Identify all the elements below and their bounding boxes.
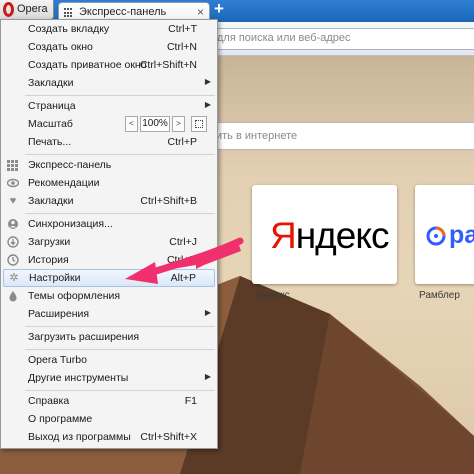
menu-item-shortcut: Alt+P bbox=[170, 272, 196, 284]
gear-icon: ✲ bbox=[9, 272, 19, 284]
menu-item-new-private-window[interactable]: Создать приватное окно Ctrl+Shift+N bbox=[1, 56, 217, 74]
menu-item-bookmarks[interactable]: ♥ Закладки Ctrl+Shift+B bbox=[1, 192, 217, 210]
fullscreen-button[interactable] bbox=[191, 116, 207, 132]
menu-item-label: Рекомендации bbox=[28, 177, 100, 189]
menu-item-shortcut: F1 bbox=[184, 395, 197, 407]
menu-item-label: Другие инструменты bbox=[28, 372, 129, 384]
menu-item-recommendations[interactable]: Рекомендации bbox=[1, 174, 217, 192]
menu-item-bookmarks-submenu[interactable]: Закладки ▶ bbox=[1, 74, 217, 92]
submenu-arrow-icon: ▶ bbox=[204, 77, 211, 86]
menu-item-new-tab[interactable]: Создать вкладку Ctrl+T bbox=[1, 20, 217, 38]
menu-item-shortcut: Ctrl+Shift+N bbox=[139, 59, 197, 71]
opera-logo-icon bbox=[3, 2, 14, 17]
menu-item-shortcut: Ctrl+Shift+B bbox=[140, 195, 197, 207]
menu-item-label: Создать приватное окно bbox=[28, 59, 147, 71]
menu-item-label: Печать... bbox=[28, 136, 72, 148]
menu-separator bbox=[25, 95, 215, 96]
zoom-in-button[interactable]: > bbox=[172, 116, 185, 132]
menu-item-shortcut: Ctrl+H bbox=[166, 254, 197, 266]
menu-item-label: Выход из программы bbox=[28, 431, 131, 443]
menu-item-zoom: Масштаб < 100% > bbox=[1, 115, 217, 133]
opera-menu-button[interactable]: Opera bbox=[0, 0, 54, 20]
menu-item-help[interactable]: Справка F1 bbox=[1, 392, 217, 410]
menu-item-sync[interactable]: Синхронизация... bbox=[1, 215, 217, 233]
menu-item-speed-dial[interactable]: Экспресс-панель bbox=[1, 156, 217, 174]
menu-separator bbox=[25, 326, 215, 327]
menu-item-themes[interactable]: Темы оформления bbox=[1, 287, 217, 305]
new-tab-button[interactable]: + bbox=[214, 0, 224, 19]
menu-item-label: Экспресс-панель bbox=[28, 159, 112, 171]
menu-item-label: О программе bbox=[28, 413, 93, 425]
search-field[interactable]: ить в интернете bbox=[205, 122, 474, 150]
menu-item-label: История bbox=[28, 254, 69, 266]
heart-icon: ♥ bbox=[9, 195, 17, 207]
opera-main-menu: Создать вкладку Ctrl+T Создать окно Ctrl… bbox=[0, 19, 218, 449]
menu-item-label: Создать вкладку bbox=[28, 23, 110, 35]
submenu-arrow-icon: ▶ bbox=[204, 308, 211, 317]
menu-item-label: Создать окно bbox=[28, 41, 93, 53]
menu-item-label: Синхронизация... bbox=[28, 218, 113, 230]
menu-item-shortcut: Ctrl+Shift+X bbox=[140, 431, 197, 443]
close-tab-icon[interactable]: × bbox=[197, 5, 204, 19]
menu-item-shortcut: Ctrl+T bbox=[168, 23, 197, 35]
submenu-arrow-icon: ▶ bbox=[204, 372, 211, 381]
menu-item-new-window[interactable]: Создать окно Ctrl+N bbox=[1, 38, 217, 56]
tile-caption: Рамблер bbox=[419, 290, 460, 301]
menu-item-about[interactable]: О программе bbox=[1, 410, 217, 428]
menu-separator bbox=[25, 390, 215, 391]
menu-item-extensions[interactable]: Расширения ▶ bbox=[1, 305, 217, 323]
address-placeholder: для поиска или веб-адрес bbox=[217, 32, 351, 44]
address-bar[interactable]: для поиска или веб-адрес bbox=[212, 28, 474, 50]
menu-item-other-tools[interactable]: Другие инструменты ▶ bbox=[1, 369, 217, 387]
submenu-arrow-icon: ▶ bbox=[204, 100, 211, 109]
zoom-level: 100% bbox=[140, 116, 170, 132]
menu-item-shortcut: Ctrl+J bbox=[169, 236, 197, 248]
menu-separator bbox=[25, 213, 215, 214]
menu-item-downloads[interactable]: Загрузки Ctrl+J bbox=[1, 233, 217, 251]
menu-item-get-extensions[interactable]: Загрузить расширения bbox=[1, 328, 217, 346]
menu-item-settings[interactable]: ✲ Настройки Alt+P bbox=[3, 269, 215, 287]
rambler-logo-text: ра bbox=[449, 221, 474, 249]
menu-item-label: Настройки bbox=[29, 272, 81, 284]
menu-item-exit[interactable]: Выход из программы Ctrl+Shift+X bbox=[1, 428, 217, 446]
tab-title: Экспресс-панель bbox=[79, 6, 167, 18]
menu-separator bbox=[25, 154, 215, 155]
speed-dial-tile-rambler[interactable]: ра Рамблер bbox=[415, 185, 474, 301]
menu-item-print[interactable]: Печать... Ctrl+P bbox=[1, 133, 217, 151]
menu-item-label: Закладки bbox=[28, 195, 74, 207]
menu-item-label: Темы оформления bbox=[28, 290, 121, 302]
clock-icon bbox=[7, 254, 19, 266]
rambler-logo-icon bbox=[426, 226, 446, 246]
menu-item-page[interactable]: Страница ▶ bbox=[1, 97, 217, 115]
menu-item-label: Загрузки bbox=[28, 236, 71, 248]
menu-item-label: Загрузить расширения bbox=[28, 331, 140, 343]
menu-item-label: Справка bbox=[28, 395, 70, 407]
menu-item-label: Расширения bbox=[28, 308, 90, 320]
menu-item-opera-turbo[interactable]: Opera Turbo bbox=[1, 351, 217, 369]
eye-icon bbox=[6, 177, 20, 189]
menu-item-label: Opera Turbo bbox=[28, 354, 87, 366]
download-icon bbox=[7, 236, 19, 248]
fullscreen-icon bbox=[195, 120, 203, 128]
rambler-logo: ра bbox=[425, 221, 474, 250]
drop-icon bbox=[7, 290, 19, 302]
speed-dial-tile-yandex[interactable]: Яндекс Яндекс bbox=[252, 185, 397, 301]
menu-item-label: Закладки bbox=[28, 77, 74, 89]
zoom-out-button[interactable]: < bbox=[125, 116, 138, 132]
menu-item-shortcut: Ctrl+P bbox=[167, 136, 197, 148]
speed-dial-icon bbox=[64, 8, 74, 18]
speed-dial-icon bbox=[7, 160, 18, 171]
search-placeholder: ить в интернете bbox=[216, 130, 298, 142]
menu-item-shortcut: Ctrl+N bbox=[166, 41, 197, 53]
yandex-logo: Яндекс bbox=[270, 215, 389, 256]
opera-menu-label: Opera bbox=[17, 3, 48, 15]
menu-item-label: Масштаб bbox=[28, 118, 73, 130]
sync-icon bbox=[7, 218, 19, 230]
menu-separator bbox=[25, 349, 215, 350]
menu-item-label: Страница bbox=[28, 100, 76, 112]
menu-item-history[interactable]: История Ctrl+H bbox=[1, 251, 217, 269]
tile-caption: Яндекс bbox=[256, 290, 290, 301]
